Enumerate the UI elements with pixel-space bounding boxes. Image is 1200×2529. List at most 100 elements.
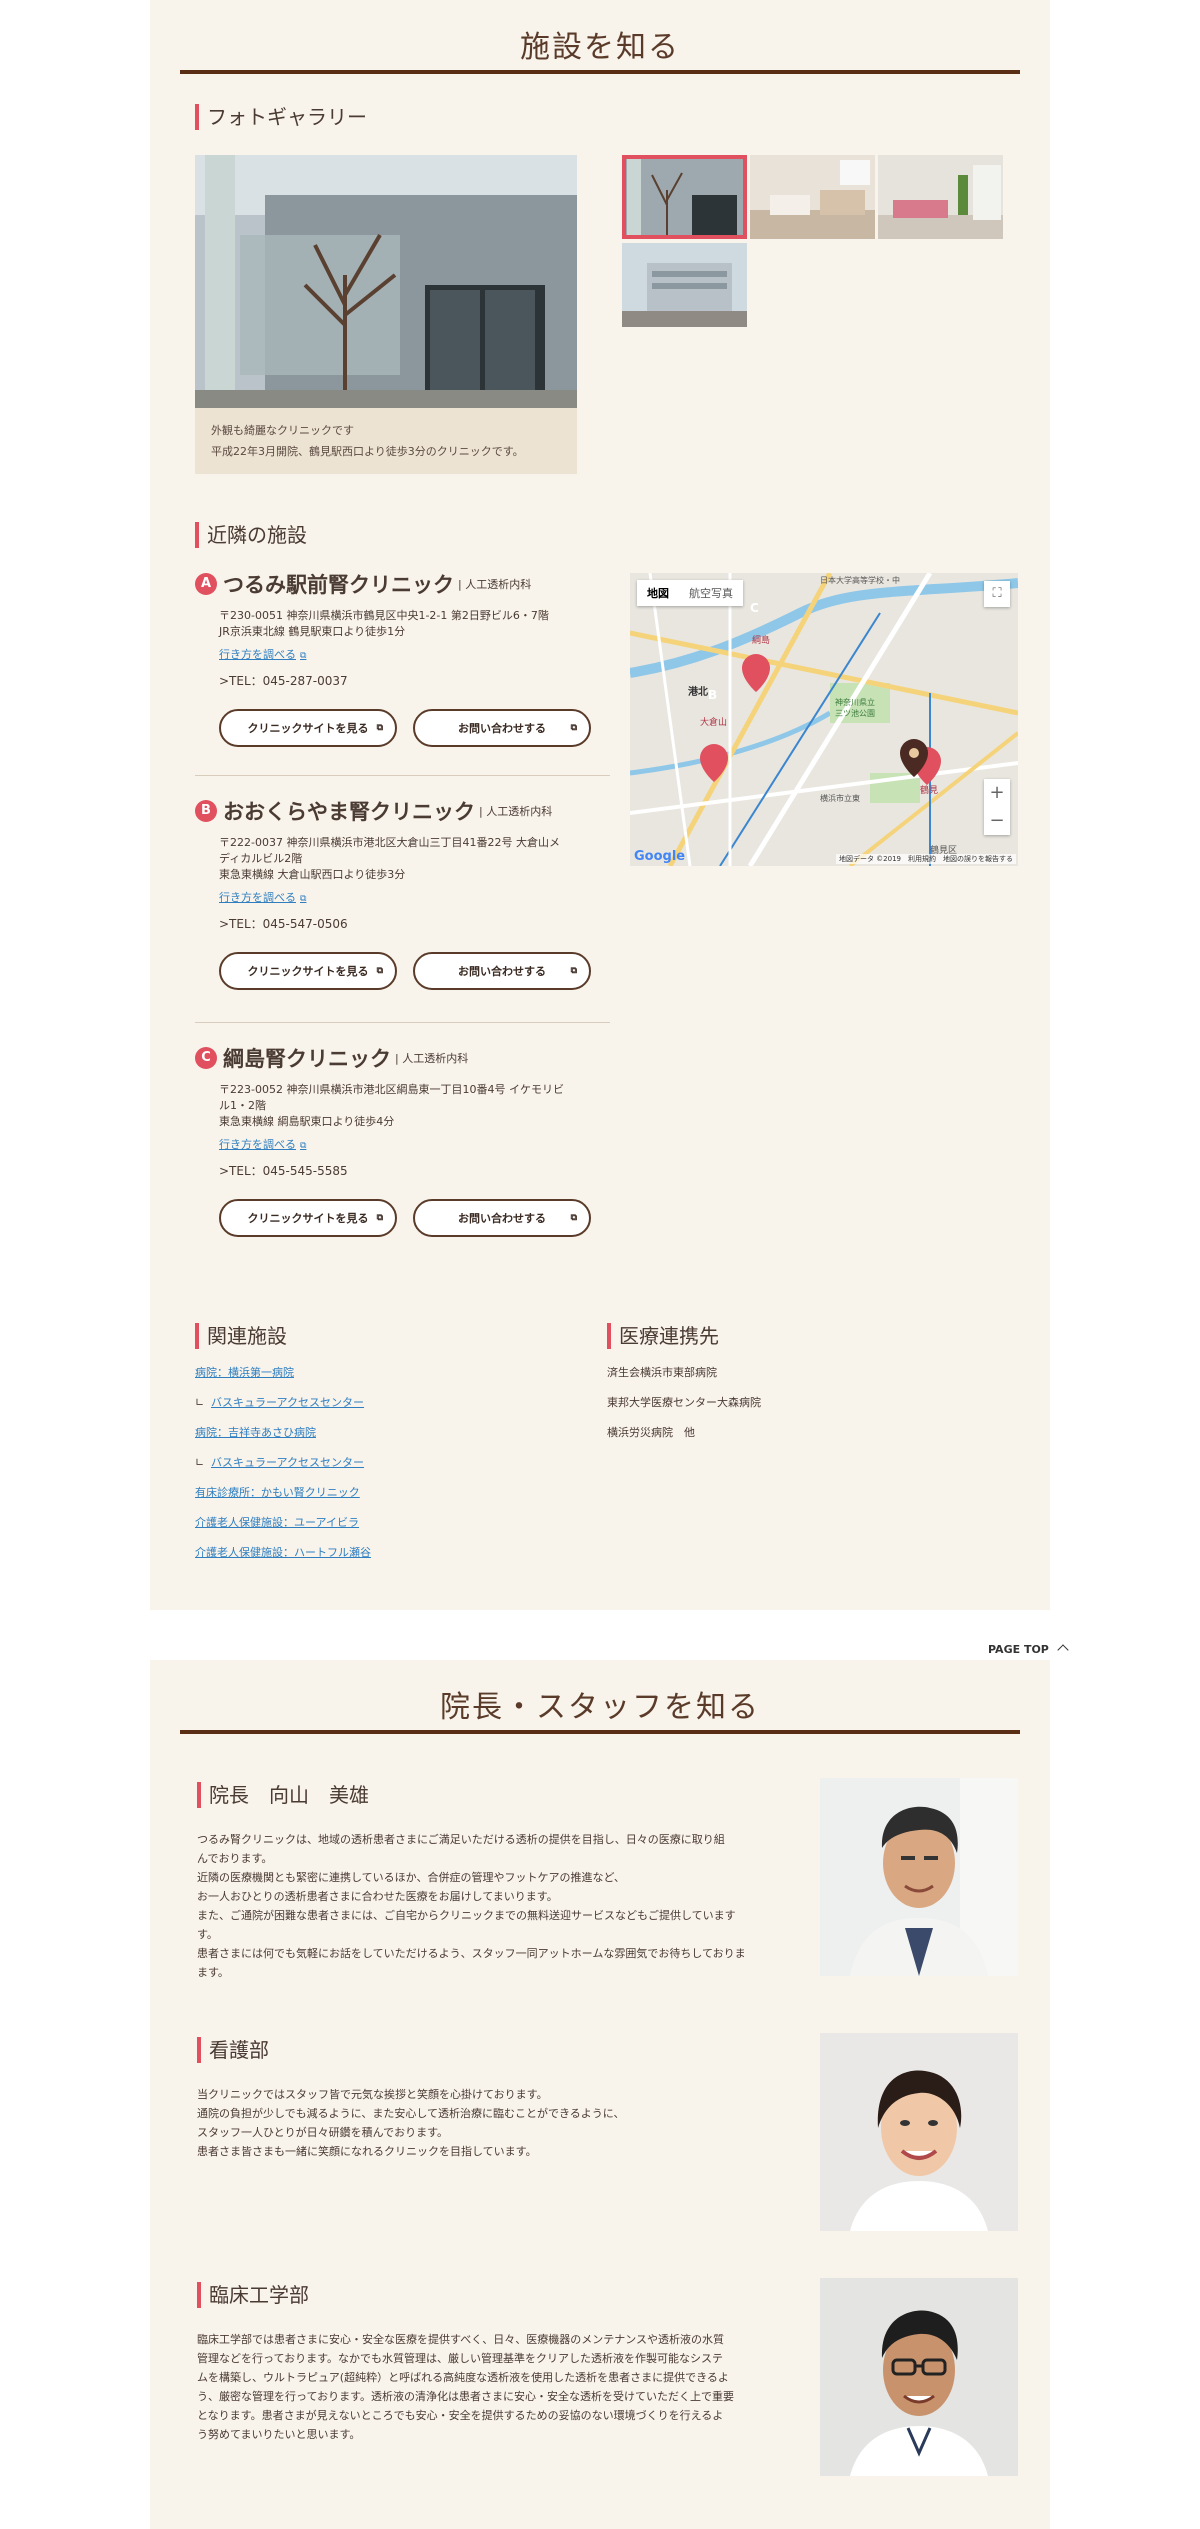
clinic-badge-a: A (195, 573, 217, 595)
message-line: 管理などを行っております。なかでも水質管理は、厳しい管理基準をクリアした透析液を… (197, 2352, 724, 2365)
gallery-heading: フォトギャラリー (195, 104, 367, 130)
medical-heading: 医療連携先 (607, 1323, 719, 1349)
clinic-badge-b: B (195, 800, 217, 822)
clinic-card-c: C 綱島腎クリニック | 人工透析内科 〒223-0052 神奈川県横浜市港北区… (195, 1044, 605, 1237)
contact-button[interactable]: お問い合わせする ⧉ (413, 952, 591, 990)
route-link[interactable]: 行き方を調べる ⧉ (219, 889, 605, 905)
clinic-site-button[interactable]: クリニックサイトを見る ⧉ (219, 1199, 397, 1237)
facility-section: 施設を知る フォトギャラリー 外観も綺麗なクリニックです 平成22年3月開院、鶴… (150, 0, 1050, 1610)
gallery-thumb-2[interactable] (750, 155, 875, 239)
external-link-icon: ⧉ (570, 966, 577, 976)
message-line: う、厳密な管理を行っております。透析液の清浄化は患者さまに安心・安全な透析を受け… (197, 2390, 735, 2403)
related-link[interactable]: 病院：横浜第一病院 (195, 1358, 371, 1388)
nearby-heading: 近隣の施設 (195, 522, 307, 548)
message-line: 近隣の医療機関とも緊密に連携しているほか、合併症の管理やフットケアの推進など、 (197, 1871, 625, 1884)
related-list: 病院：横浜第一病院バスキュラーアクセスセンター病院：吉祥寺あさひ病院バスキュラー… (195, 1358, 371, 1568)
button-label: クリニックサイトを見る (247, 965, 369, 978)
clinic-map[interactable]: C B 港北 大倉山 綱島 鶴見区 鶴見 日本大学高等学校・中 神奈川県立 三ツ… (630, 573, 1018, 866)
contact-button[interactable]: お問い合わせする ⧉ (413, 1199, 591, 1237)
button-label: お問い合わせする (458, 722, 546, 735)
clinical-message: 臨床工学部では患者さまに安心・安全な医療を提供すべく、日々、医療機器のメンテナン… (197, 2330, 782, 2444)
medical-partner-item: 東邦大学医療センター大森病院 (607, 1396, 761, 1409)
clinic-site-button[interactable]: クリニックサイトを見る ⧉ (219, 952, 397, 990)
button-label: お問い合わせする (458, 965, 546, 978)
gallery-main-photo[interactable] (195, 155, 577, 408)
related-link[interactable]: 有床診療所：かもい腎クリニック (195, 1478, 371, 1508)
related-sublink[interactable]: バスキュラーアクセスセンター (195, 1388, 371, 1418)
related-link[interactable]: 介護老人保健施設：ユーアイビラ (195, 1508, 371, 1538)
clinic-name: つるみ駅前腎クリニック (223, 573, 454, 597)
address-line: JR京浜東北線 鶴見駅東口より徒歩1分 (219, 625, 406, 638)
button-label: お問い合わせする (458, 1212, 546, 1225)
related-sublink[interactable]: バスキュラーアクセスセンター (195, 1448, 371, 1478)
zoom-in-button[interactable]: + (984, 779, 1010, 807)
clinic-divider (195, 775, 610, 776)
title-rule (180, 1730, 1020, 1734)
caption-line-1: 外観も綺麗なクリニックです (211, 424, 354, 437)
external-link-icon: ⧉ (376, 1213, 383, 1223)
route-link[interactable]: 行き方を調べる ⧉ (219, 1136, 605, 1152)
route-link[interactable]: 行き方を調べる ⧉ (219, 646, 605, 662)
message-line: 通院の負担が少しでも減るように、また安心して透析治療に臨むことができるように、 (197, 2107, 625, 2120)
map-tab-map[interactable]: 地図 (637, 580, 679, 606)
button-label: クリニックサイトを見る (247, 722, 369, 735)
related-link[interactable]: 病院：吉祥寺あさひ病院 (195, 1418, 371, 1448)
director-message: つるみ腎クリニックは、地域の透析患者さまにご満足いただける透析の提供を目指し、日… (197, 1830, 782, 1982)
map-label-okurayama: 大倉山 (700, 718, 728, 728)
route-link-label: 行き方を調べる (219, 1138, 296, 1151)
address-line: 〒222-0037 神奈川県横浜市港北区大倉山三丁目41番22号 大倉山メ (219, 836, 560, 849)
map-tab-aerial[interactable]: 航空写真 (679, 580, 743, 606)
clinic-name: 綱島腎クリニック (223, 1047, 391, 1071)
clinic-card-a: A つるみ駅前腎クリニック | 人工透析内科 〒230-0051 神奈川県横浜市… (195, 570, 605, 747)
address-line: 東急東横線 大倉山駅西口より徒歩3分 (219, 868, 406, 881)
external-link-icon: ⧉ (300, 894, 307, 904)
caption-line-2: 平成22年3月開院、鶴見駅西口より徒歩3分のクリニックです。 (211, 445, 524, 458)
message-line: 当クリニックではスタッフ皆で元気な挨拶と笑顔を心掛けております。 (197, 2088, 548, 2101)
message-line: ます。 (197, 1966, 229, 1979)
clinic-card-b: B おおくらやま腎クリニック | 人工透析内科 〒222-0037 神奈川県横浜… (195, 797, 605, 990)
message-line: また、ご通院が困難な患者さまには、ご自宅からクリニックまでの無料送迎サービスなど… (197, 1909, 736, 1922)
route-link-label: 行き方を調べる (219, 891, 296, 904)
message-line: となります。患者さまが見えないところでも安心・安全を提供するための妥協のない環境… (197, 2409, 724, 2422)
clinic-tag: | 人工透析内科 (395, 1052, 469, 1065)
gallery-thumb-3[interactable] (878, 155, 1003, 239)
director-photo (820, 1778, 1018, 1976)
address-line: 東急東横線 綱島駅東口より徒歩4分 (219, 1115, 395, 1128)
page-top-label: PAGE TOP (988, 1643, 1049, 1656)
external-link-icon: ⧉ (376, 723, 383, 733)
related-heading: 関連施設 (195, 1323, 287, 1349)
clinic-tel: >TEL：045-287-0037 (219, 674, 348, 688)
message-line: スタッフ一人ひとりが日々研鑽を積んでおります。 (197, 2126, 449, 2139)
zoom-out-button[interactable]: − (984, 807, 1010, 835)
chevron-up-icon (1057, 1644, 1069, 1656)
external-link-icon: ⧉ (570, 723, 577, 733)
address-line: 〒223-0052 神奈川県横浜市港北区綱島東一丁目10番4号 イケモリビ (219, 1083, 564, 1096)
clinic-address: 〒222-0037 神奈川県横浜市港北区大倉山三丁目41番22号 大倉山メ ディ… (219, 835, 605, 883)
medical-partner-item: 済生会横浜市東部病院 (607, 1366, 717, 1379)
map-label-univ: 日本大学高等学校・中 (820, 576, 900, 585)
nurse-photo (820, 2033, 1018, 2231)
gallery-thumb-1[interactable] (622, 155, 747, 239)
map-label-tsunashima: 綱島 (752, 636, 771, 646)
marker-c-label: C (750, 601, 759, 615)
clinic-site-button[interactable]: クリニックサイトを見る ⧉ (219, 709, 397, 747)
contact-button[interactable]: お問い合わせする ⧉ (413, 709, 591, 747)
address-line: ディカルビル2階 (219, 852, 303, 865)
staff-section: 院長・スタッフを知る 院長 向山 美雄 つるみ腎クリニックは、地域の透析患者さま… (150, 1660, 1050, 2529)
director-heading: 院長 向山 美雄 (197, 1782, 369, 1808)
zoom-control: + − (984, 779, 1010, 835)
related-link[interactable]: 介護老人保健施設：ハートフル瀬谷 (195, 1538, 371, 1568)
clinic-badge-c: C (195, 1047, 217, 1069)
engineer-photo (820, 2278, 1018, 2476)
message-line: お一人おひとりの透析患者さまに合わせた医療をお届けしてまいります。 (197, 1890, 558, 1903)
map-label-hospital: 横浜市立東 (820, 794, 860, 803)
gallery-caption: 外観も綺麗なクリニックです 平成22年3月開院、鶴見駅西口より徒歩3分のクリニッ… (195, 408, 577, 474)
message-line: 患者さま皆さまも一緒に笑顔になれるクリニックを目指しています。 (197, 2145, 537, 2158)
button-label: クリニックサイトを見る (247, 1212, 369, 1225)
fullscreen-icon[interactable]: ⛶ (984, 581, 1010, 607)
clinic-address: 〒223-0052 神奈川県横浜市港北区綱島東一丁目10番4号 イケモリビ ル1… (219, 1082, 605, 1130)
medical-list: 済生会横浜市東部病院 東邦大学医療センター大森病院 横浜労災病院 他 (607, 1358, 761, 1448)
gallery-thumb-4[interactable] (622, 243, 747, 327)
page-top-link[interactable]: PAGE TOP (988, 1643, 1069, 1656)
nursing-heading: 看護部 (197, 2037, 269, 2063)
